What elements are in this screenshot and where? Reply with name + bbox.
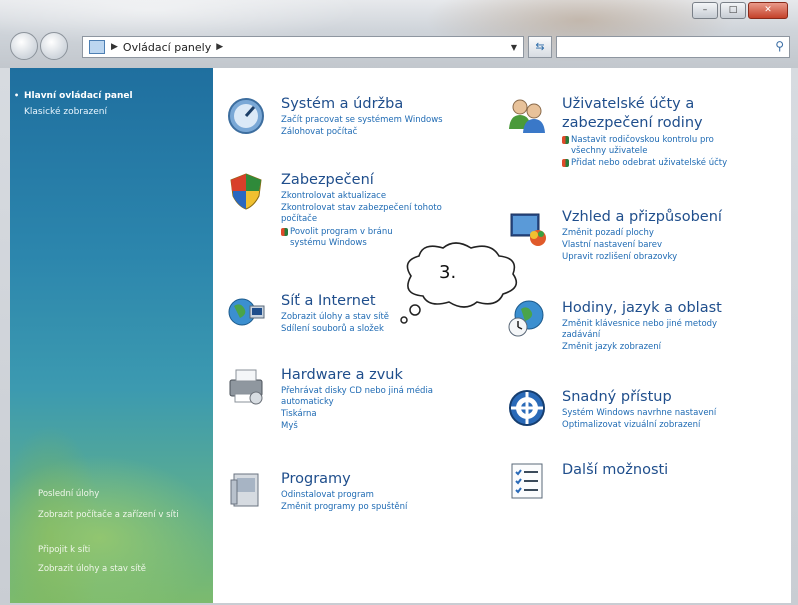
category-title[interactable]: Zabezpečení: [281, 171, 374, 189]
system-maintenance-icon[interactable]: [226, 95, 266, 135]
sidebar-item-connect-to-network[interactable]: Připojit k síti: [38, 544, 203, 556]
link-text: Přidat nebo odebrat uživatelské účty: [571, 158, 728, 168]
sidebar-item-main-control-panel[interactable]: • Hlavní ovládací panel: [14, 90, 133, 102]
breadcrumb-control-panel[interactable]: Ovládací panely: [123, 41, 211, 54]
uac-shield-icon: [562, 159, 569, 167]
checklist-icon[interactable]: [507, 461, 547, 501]
category-title[interactable]: Systém a údržba: [281, 95, 403, 113]
category-link[interactable]: Zkontrolovat aktualizace: [281, 191, 386, 202]
category-title[interactable]: Snadný přístup: [562, 388, 672, 406]
category-link[interactable]: automaticky: [281, 397, 334, 408]
sidebar-item-view-network-computers[interactable]: Zobrazit počítače a zařízení v síti: [38, 509, 203, 521]
security-shield-icon[interactable]: [226, 171, 266, 211]
sidebar: • Hlavní ovládací panel Klasické zobraze…: [10, 68, 213, 603]
link-text: Nastavit rodičovskou kontrolu pro: [571, 135, 714, 145]
category-link[interactable]: Upravit rozlišení obrazovky: [562, 252, 677, 263]
category-link[interactable]: Sdílení souborů a složek: [281, 324, 384, 335]
category-title[interactable]: Hodiny, jazyk a oblast: [562, 299, 722, 317]
category-title[interactable]: Síť a Internet: [281, 292, 376, 310]
category-link[interactable]: Povolit program v bránu: [281, 227, 393, 238]
address-dropdown-icon[interactable]: ▼: [511, 43, 517, 52]
category-link[interactable]: Myš: [281, 421, 298, 432]
close-button[interactable]: ✕: [748, 2, 788, 19]
search-input[interactable]: ⚲: [556, 36, 790, 58]
thought-bubble-icon: [400, 242, 518, 324]
bullet-icon: •: [14, 91, 20, 100]
category-link[interactable]: Změnit pozadí plochy: [562, 228, 654, 239]
category-link[interactable]: Systém Windows navrhne nastavení: [562, 408, 716, 419]
category-view: Systém a údržba Začít pracovat se systém…: [213, 68, 791, 603]
printer-icon[interactable]: [226, 366, 266, 406]
category-title[interactable]: Programy: [281, 470, 351, 488]
users-icon[interactable]: [507, 95, 547, 135]
maximize-button[interactable]: □: [720, 2, 746, 19]
back-button[interactable]: [10, 32, 38, 60]
minimize-button[interactable]: –: [692, 2, 718, 19]
sidebar-item-network-status[interactable]: Zobrazit úlohy a stav sítě: [38, 563, 203, 575]
category-link[interactable]: Tiskárna: [281, 409, 317, 420]
category-link[interactable]: zadávání: [562, 330, 600, 341]
programs-box-icon[interactable]: [226, 470, 266, 510]
ease-of-access-icon[interactable]: [507, 388, 547, 428]
category-title[interactable]: Další možnosti: [562, 461, 668, 479]
address-bar[interactable]: ▶ Ovládací panely ▶ ▼: [82, 36, 524, 58]
category-title[interactable]: Vzhled a přizpůsobení: [562, 208, 722, 226]
category-link[interactable]: Změnit klávesnice nebo jiné metody: [562, 319, 717, 330]
network-globe-icon[interactable]: [226, 292, 266, 332]
category-link[interactable]: Optimalizovat vizuální zobrazení: [562, 420, 700, 431]
refresh-button[interactable]: ⇆: [528, 36, 552, 58]
category-link[interactable]: Odinstalovat program: [281, 490, 374, 501]
category-link[interactable]: Změnit jazyk zobrazení: [562, 342, 661, 353]
category-title[interactable]: Hardware a zvuk: [281, 366, 403, 384]
category-title[interactable]: Uživatelské účty a: [562, 95, 694, 113]
category-link[interactable]: Nastavit rodičovskou kontrolu pro: [562, 135, 714, 146]
caption-buttons: – □ ✕: [692, 2, 788, 19]
control-panel-window: – □ ✕ ▶ Ovládací panely ▶ ▼ ⇆ ⚲ • Hlavní…: [0, 0, 798, 605]
sidebar-item-recent-tasks[interactable]: Poslední úlohy: [38, 488, 203, 500]
category-link[interactable]: Zkontrolovat stav zabezpečení tohoto: [281, 203, 442, 214]
category-link[interactable]: systému Windows: [290, 238, 367, 249]
uac-shield-icon: [281, 228, 288, 236]
category-link[interactable]: počítače: [281, 214, 317, 225]
callout-bubble: 3.: [391, 236, 531, 330]
category-link[interactable]: Vlastní nastavení barev: [562, 240, 662, 251]
category-link[interactable]: všechny uživatele: [571, 146, 647, 157]
category-link[interactable]: Zobrazit úlohy a stav sítě: [281, 312, 389, 323]
link-text: Povolit program v bránu: [290, 227, 393, 237]
category-link[interactable]: Přidat nebo odebrat uživatelské účty: [562, 158, 728, 169]
category-link[interactable]: Zálohovat počítač: [281, 127, 357, 138]
category-link[interactable]: Změnit programy po spuštění: [281, 502, 407, 513]
category-link[interactable]: Začít pracovat se systémem Windows: [281, 115, 443, 126]
uac-shield-icon: [562, 136, 569, 144]
search-icon[interactable]: ⚲: [775, 39, 784, 53]
category-title-line2[interactable]: zabezpečení rodiny: [562, 114, 703, 132]
callout-label: 3.: [439, 262, 457, 283]
breadcrumb-arrow-icon[interactable]: ▶: [111, 42, 118, 52]
title-bar: – □ ✕ ▶ Ovládací panely ▶ ▼ ⇆ ⚲: [0, 0, 798, 68]
sidebar-item-classic-view[interactable]: Klasické zobrazení: [24, 106, 107, 118]
category-link[interactable]: Přehrávat disky CD nebo jiná média: [281, 386, 433, 397]
breadcrumb-arrow-icon[interactable]: ▶: [216, 42, 223, 52]
sidebar-item-label: Hlavní ovládací panel: [24, 91, 133, 101]
forward-button[interactable]: [40, 32, 68, 60]
control-panel-icon: [89, 40, 105, 54]
